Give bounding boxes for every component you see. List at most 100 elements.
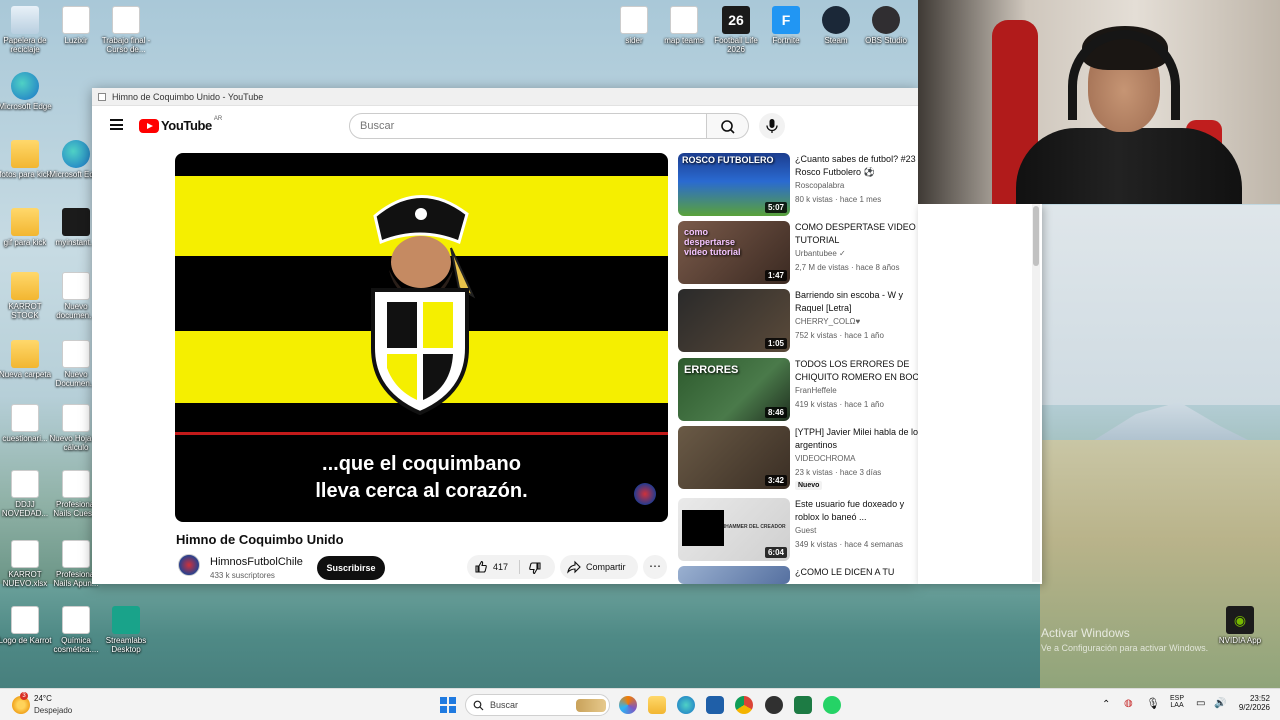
- recommendation-thumbnail[interactable]: ERRORES 8:46: [678, 358, 790, 421]
- recommendation-thumbnail[interactable]: 3:42: [678, 426, 790, 489]
- recommendation-channel[interactable]: Urbantubee ✓: [795, 249, 846, 258]
- scrollbar-thumb[interactable]: [1033, 206, 1039, 266]
- recommendation-item[interactable]: ¿COMO LE DICEN A TU⋮: [678, 566, 948, 584]
- media-icon: [62, 208, 90, 236]
- search-button[interactable]: [707, 113, 749, 139]
- chrome-icon[interactable]: [735, 696, 753, 714]
- recycle-bin-icon: [11, 6, 39, 34]
- recommendation-item[interactable]: como despertarse video tutorial 1:47 COMO …: [678, 221, 948, 285]
- taskbar-search[interactable]: Buscar: [465, 694, 610, 716]
- video-subtitle: ...que el coquimbano lleva cerca al cora…: [175, 451, 668, 505]
- desktop-icon[interactable]: Trabajo final -Curso de...: [96, 6, 156, 54]
- search-input[interactable]: Buscar: [349, 113, 707, 139]
- nvidia-icon: ◉: [1226, 606, 1254, 634]
- share-icon: [567, 560, 581, 574]
- video-player[interactable]: ...que el coquimbano lleva cerca al cora…: [175, 153, 668, 522]
- copilot-icon[interactable]: [619, 696, 637, 714]
- store-icon[interactable]: [706, 696, 724, 714]
- thumbnail-text: ERRORES: [684, 364, 739, 376]
- recommendation-item[interactable]: ERRORES 8:46 TODOS LOS ERRORES DE CHIQUITO…: [678, 358, 948, 422]
- more-actions-button[interactable]: ⋯: [643, 555, 667, 579]
- language-indicator[interactable]: ESP LAA: [1170, 695, 1184, 709]
- channel-watermark[interactable]: [634, 483, 656, 505]
- recommendation-thumbnail[interactable]: [678, 566, 790, 584]
- video-red-line: [175, 432, 668, 435]
- video-duration: 1:05: [764, 338, 787, 349]
- recommendation-thumbnail[interactable]: 1:05: [678, 289, 790, 352]
- clock[interactable]: 23:52 9/2/2026: [1228, 694, 1270, 712]
- recommendation-item[interactable]: ROSCO FUTBOLERO 5:07 ¿Cuanto sabes de futb…: [678, 153, 948, 217]
- thumbnail-censor-block: [682, 510, 724, 546]
- recommendation-item[interactable]: 3:42 [YTPH] Javier Milei habla de los arg…: [678, 426, 948, 490]
- desktop-icon[interactable]: Microsoft Edge: [0, 72, 55, 111]
- search-highlight-icon: [576, 699, 606, 712]
- document-icon: [62, 606, 90, 634]
- start-button[interactable]: [440, 697, 456, 713]
- recommendation-channel[interactable]: VIDEOCHROMA: [795, 454, 855, 463]
- subtitle-line: ...que el coquimbano: [322, 453, 521, 475]
- recommendation-title[interactable]: ¿Cuanto sabes de futbol? #23 Rosco Futbo…: [795, 153, 930, 178]
- recommendation-thumbnail[interactable]: como despertarse video tutorial 1:47: [678, 221, 790, 284]
- obs-taskbar-icon[interactable]: [765, 696, 783, 714]
- recommendation-channel[interactable]: Roscopalabra: [795, 181, 844, 190]
- streamer-body: [1016, 128, 1242, 204]
- folder-icon: [11, 340, 39, 368]
- whatsapp-icon[interactable]: [823, 696, 841, 714]
- voice-search-button[interactable]: [759, 113, 785, 139]
- recommendation-title[interactable]: [YTPH] Javier Milei habla de los argenti…: [795, 426, 930, 451]
- desktop-icon[interactable]: Streamlabs Desktop: [96, 606, 156, 654]
- file-explorer-icon[interactable]: [648, 696, 666, 714]
- recommendation-channel[interactable]: Guest: [795, 526, 816, 535]
- subscribe-button[interactable]: Suscribirse: [317, 556, 385, 580]
- youtube-logo[interactable]: YouTube AR: [139, 115, 223, 133]
- edge-icon[interactable]: [677, 696, 695, 714]
- webcam-overlay: [918, 0, 1280, 204]
- folder-icon: [11, 272, 39, 300]
- image-icon: [11, 606, 39, 634]
- recommendation-title[interactable]: Este usuario fue doxeado y roblox lo ban…: [795, 498, 930, 523]
- menu-icon[interactable]: [110, 119, 123, 130]
- wallpaper-lake: [0, 584, 1040, 688]
- weather-temperature[interactable]: 24°C: [34, 694, 52, 703]
- language-code: ESP: [1170, 695, 1185, 702]
- tray-mic-icon[interactable]: 🎙: [1146, 697, 1160, 710]
- excel-icon[interactable]: [794, 696, 812, 714]
- recommendation-thumbnail[interactable]: ROSCO FUTBOLERO 5:07: [678, 153, 790, 216]
- dislike-icon[interactable]: [528, 561, 542, 575]
- recommendation-item[interactable]: 1:05 Barriendo sin escoba - W y Raquel [L…: [678, 289, 948, 353]
- browser-window: Himno de Coquimbo Unido - YouTube YouTub…: [92, 88, 948, 584]
- like-count: 417: [493, 562, 509, 572]
- recommendation-title[interactable]: TODOS LOS ERRORES DE CHIQUITO ROMERO EN …: [795, 358, 930, 384]
- network-icon[interactable]: ▭: [1196, 698, 1205, 709]
- region-code: AR: [213, 115, 223, 122]
- like-dislike-group: 417: [467, 555, 555, 579]
- recommendation-title[interactable]: ¿COMO LE DICEN A TU: [795, 566, 930, 579]
- window-titlebar[interactable]: Himno de Coquimbo Unido - YouTube: [92, 88, 918, 106]
- channel-name[interactable]: HimnosFutbolChile: [210, 556, 303, 568]
- recommendation-channel[interactable]: FranHeffele: [795, 386, 837, 395]
- tray-antivirus-icon[interactable]: ◍: [1124, 698, 1133, 709]
- recommendation-title[interactable]: Barriendo sin escoba - W y Raquel [Letra…: [795, 289, 930, 314]
- share-button[interactable]: Compartir: [560, 555, 638, 579]
- browser-window-extension: [918, 204, 1042, 584]
- desktop-icon-nvidia[interactable]: ◉ NVIDIA App: [1210, 606, 1270, 645]
- folder-icon: [11, 140, 39, 168]
- recommendation-title[interactable]: COMO DESPERTASE VIDEO TUTORIAL: [795, 221, 930, 246]
- channel-avatar[interactable]: [178, 554, 200, 576]
- tray-chevron-icon[interactable]: ⌃: [1102, 699, 1110, 710]
- recommendation-item[interactable]: LLEGO EL BANHAMMER DEL CREADOR 6:04 Este u…: [678, 498, 948, 562]
- clock-date: 9/2/2026: [1238, 703, 1270, 712]
- weather-condition[interactable]: Despejado: [34, 706, 72, 715]
- page-scrollbar[interactable]: [1032, 204, 1040, 582]
- video-duration: 3:42: [764, 475, 787, 486]
- recommendation-thumbnail[interactable]: LLEGO EL BANHAMMER DEL CREADOR 6:04: [678, 498, 790, 561]
- recommendation-channel[interactable]: CHERRY_COLΩ♥: [795, 317, 860, 326]
- desktop-icon[interactable]: OBS Studio: [856, 6, 916, 45]
- document-icon: [620, 6, 648, 34]
- desktop-icon[interactable]: map teams: [654, 6, 714, 45]
- recommendation-meta: 752 k vistas · hace 1 año: [795, 331, 884, 340]
- like-icon[interactable]: [474, 560, 488, 574]
- volume-icon[interactable]: 🔊: [1214, 698, 1226, 709]
- fortnite-icon: F: [772, 6, 800, 34]
- activate-windows-title: Activar Windows: [1041, 626, 1130, 640]
